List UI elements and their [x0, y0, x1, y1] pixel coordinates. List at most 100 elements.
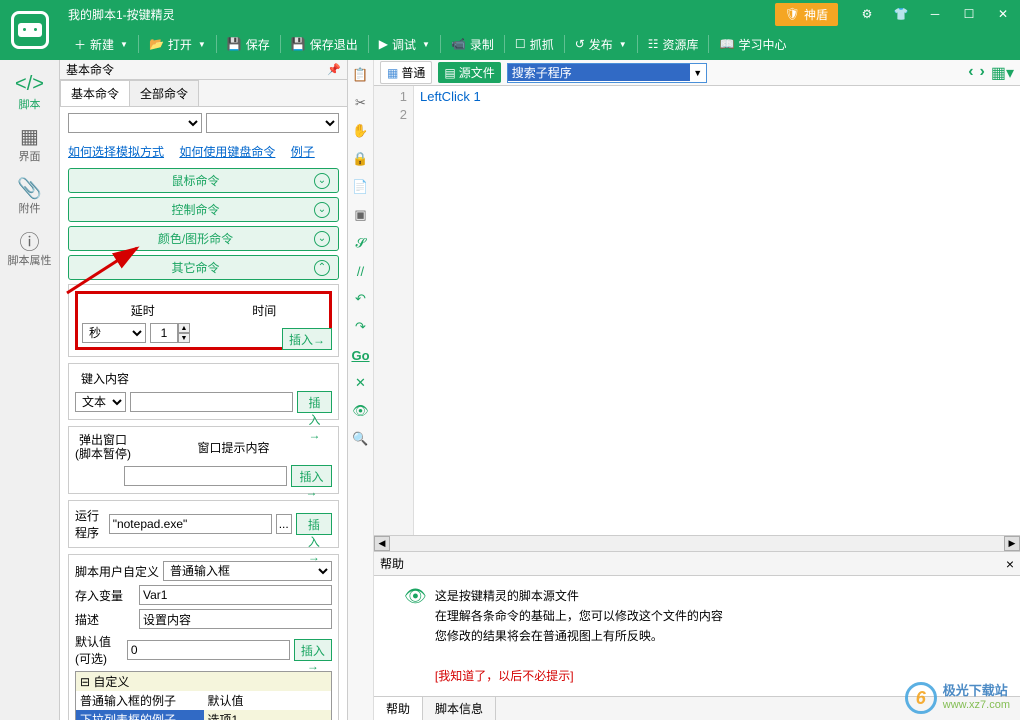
sidebar-item-ui[interactable]: ▦界面 — [5, 118, 55, 170]
plus-icon: ＋ — [74, 36, 86, 53]
group-other[interactable]: 其它命令⌃ — [68, 255, 339, 280]
pin-icon[interactable]: 📌 — [327, 63, 341, 76]
paperclip-icon: 📎 — [16, 176, 44, 200]
grab-button[interactable]: ☐抓抓 — [509, 28, 560, 60]
help-title: 帮助 — [380, 555, 404, 572]
vtool-terminal[interactable]: ▣ — [352, 206, 370, 224]
typing-mode-select[interactable]: 文本 — [75, 392, 126, 412]
top-select-2[interactable] — [206, 113, 340, 133]
maximize-button[interactable]: ☐ — [952, 0, 986, 28]
vtool-redo[interactable]: ↷ — [352, 318, 370, 336]
sidebar-item-attach[interactable]: 📎附件 — [5, 170, 55, 222]
save-exit-icon: 💾 — [291, 37, 306, 51]
record-button[interactable]: 📹录制 — [445, 28, 500, 60]
info-icon: ⓘ — [16, 228, 44, 252]
group-color[interactable]: 颜色/图形命令⌄ — [68, 226, 339, 251]
shield-button[interactable]: 🛡 神盾 — [775, 3, 838, 26]
custom-type-select[interactable]: 普通输入框 — [163, 561, 332, 581]
help-tab-help[interactable]: 帮助 — [374, 697, 423, 720]
top-select-1[interactable] — [68, 113, 202, 133]
code-editor[interactable]: LeftClick 1 — [414, 86, 1020, 535]
vtool-find[interactable]: 👁 — [352, 402, 370, 420]
view-source-button[interactable]: ▤源文件 — [438, 62, 500, 83]
delay-time-spinner[interactable]: ▲▼ — [150, 323, 190, 343]
debug-button[interactable]: ▶调试▼ — [373, 28, 436, 60]
typing-insert-button[interactable]: 插入→ — [297, 391, 332, 413]
learn-button[interactable]: 📖学习中心 — [713, 28, 792, 60]
chevron-up-icon: ⌃ — [314, 260, 330, 276]
typing-text-input[interactable] — [130, 392, 293, 412]
sidebar-item-script[interactable]: </>脚本 — [5, 66, 55, 118]
code-icon: </> — [16, 72, 44, 96]
save-button[interactable]: 💾保存 — [221, 28, 276, 60]
nav-prev-button[interactable]: ‹ — [968, 63, 973, 83]
vtool-cross[interactable]: ✕ — [352, 374, 370, 392]
h-scrollbar[interactable]: ◀▶ — [374, 535, 1020, 551]
help-dismiss-link[interactable]: [我知道了，以后不必提示] — [435, 666, 723, 686]
source-icon: ▤ — [444, 66, 455, 80]
chevron-down-icon: ⌄ — [314, 202, 330, 218]
run-browse-button[interactable]: ... — [276, 514, 292, 534]
open-button[interactable]: 📂打开▼ — [143, 28, 212, 60]
chevron-down-icon: ⌄ — [314, 231, 330, 247]
popup-insert-button[interactable]: 插入→ — [291, 465, 332, 487]
custom-var-input[interactable] — [139, 585, 332, 605]
settings-icon[interactable]: ⚙ — [850, 0, 884, 28]
new-button[interactable]: ＋新建▼ — [68, 28, 134, 60]
delay-unit-select[interactable]: 秒 — [82, 323, 146, 343]
eye-icon: 👁 — [404, 586, 427, 686]
layout-button[interactable]: ▦▾ — [991, 63, 1014, 83]
record-icon: 📹 — [451, 37, 466, 51]
save-icon: 💾 — [227, 37, 242, 51]
folder-icon: 📂 — [149, 37, 164, 51]
publish-button[interactable]: ↺发布▼ — [569, 28, 633, 60]
minimize-button[interactable]: ─ — [918, 0, 952, 28]
save-exit-button[interactable]: 💾保存退出 — [285, 28, 364, 60]
group-mouse[interactable]: 鼠标命令⌄ — [68, 168, 339, 193]
sidebar-item-props[interactable]: ⓘ脚本属性 — [5, 222, 55, 274]
vtool-link[interactable]: 𝓢 — [352, 234, 370, 252]
link-sim-mode[interactable]: 如何选择模拟方式 — [68, 145, 164, 159]
tab-all[interactable]: 全部命令 — [129, 80, 199, 106]
vtool-hand[interactable]: ✋ — [352, 122, 370, 140]
vtool-undo[interactable]: ↶ — [352, 290, 370, 308]
book-icon: 📖 — [719, 37, 734, 51]
link-example-1[interactable]: 例子 — [291, 145, 315, 159]
skin-icon[interactable]: 👕 — [884, 0, 918, 28]
vtool-copy[interactable]: 📋 — [352, 66, 370, 84]
close-button[interactable]: ✕ — [986, 0, 1020, 28]
resource-button[interactable]: ☷资源库 — [642, 28, 705, 60]
shield-icon: 🛡 — [785, 7, 800, 21]
vtool-doc[interactable]: 📄 — [352, 178, 370, 196]
view-normal-button[interactable]: ▦普通 — [380, 61, 432, 84]
vtool-lock[interactable]: 🔒 — [352, 150, 370, 168]
run-insert-button[interactable]: 插入→ — [296, 513, 332, 535]
help-close-button[interactable]: × — [1006, 556, 1014, 572]
vtool-search[interactable]: 🔍 — [352, 430, 370, 448]
app-logo — [0, 0, 60, 60]
play-icon: ▶ — [379, 37, 388, 51]
vtool-cut[interactable]: ✂ — [352, 94, 370, 112]
custom-examples-list[interactable]: ⊟ 自定义 普通输入框的例子默认值 下拉列表框的例子选项1 选项1 — [75, 671, 332, 720]
link-keyboard[interactable]: 如何使用键盘命令 — [179, 145, 275, 159]
vtool-go[interactable]: Go — [352, 346, 370, 364]
panel-title: 基本命令 — [66, 61, 114, 78]
db-icon: ☷ — [648, 37, 659, 51]
publish-icon: ↺ — [575, 37, 585, 51]
grab-icon: ☐ — [515, 37, 526, 51]
grid-icon: ▦ — [16, 124, 44, 148]
line-gutter: 12 — [374, 86, 414, 535]
nav-next-button[interactable]: › — [980, 63, 985, 83]
run-path-input[interactable] — [109, 514, 272, 534]
help-tab-info[interactable]: 脚本信息 — [423, 697, 496, 720]
custom-default-input[interactable] — [127, 640, 290, 660]
search-combo[interactable]: 搜索子程序▼ — [507, 63, 707, 83]
help-text: 这是按键精灵的脚本源文件 在理解各条命令的基础上，您可以修改这个文件的内容 您修… — [435, 586, 723, 686]
custom-desc-input[interactable] — [139, 609, 332, 629]
group-control[interactable]: 控制命令⌄ — [68, 197, 339, 222]
popup-text-input[interactable] — [124, 466, 287, 486]
vtool-comment[interactable]: // — [352, 262, 370, 280]
custom-insert-button[interactable]: 插入→ — [294, 639, 332, 661]
delay-insert-button[interactable]: 插入→ — [282, 328, 332, 350]
tab-basic[interactable]: 基本命令 — [60, 80, 130, 106]
